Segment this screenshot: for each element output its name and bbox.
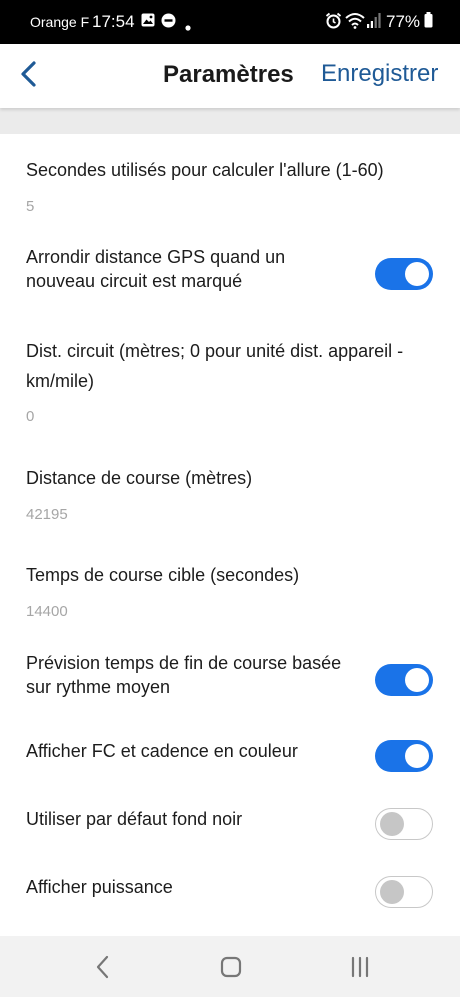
toggle-knob [380,812,404,836]
status-time: 17:54 [92,12,135,31]
setting-dark-background-toggle[interactable] [375,808,433,840]
nav-home-icon [220,956,242,978]
battery-percentage: 77% [386,12,421,31]
setting-show-power-label: Afficher puissance [26,877,173,897]
nav-recents-button[interactable] [340,950,380,984]
app-bar: Paramètres Enregistrer [0,44,460,108]
back-button[interactable] [12,56,48,96]
setting-lap-distance-input[interactable]: 0 [26,408,34,425]
setting-target-time-input[interactable]: 14400 [26,603,68,620]
nav-recents-icon [351,956,369,978]
setting-round-gps-label: Arrondir distance GPS quand un nouveau c… [26,247,286,291]
setting-pace-seconds-input[interactable]: 5 [26,198,34,215]
gallery-icon [141,13,155,31]
status-bar: Orange F 17:54 77% [0,0,460,44]
setting-pace-seconds-label: Secondes utilisés pour calculer l'allure… [26,160,384,180]
do-not-disturb-icon [161,13,176,32]
alarm-icon [325,12,342,33]
setting-color-hr-cadence-toggle[interactable] [375,740,433,772]
setting-color-hr-cadence-label: Afficher FC et cadence en couleur [26,741,298,761]
toggle-knob [405,744,429,768]
wifi-icon [345,12,365,33]
save-button[interactable]: Enregistrer [321,60,438,88]
section-divider [0,108,460,134]
battery-icon [424,12,433,32]
toggle-knob [380,880,404,904]
toggle-knob [405,668,429,692]
setting-finish-prediction-label: Prévision temps de fin de course basée s… [26,653,342,697]
setting-show-power-toggle[interactable] [375,876,433,908]
nav-back-icon [96,955,109,979]
carrier-name: Orange F [30,14,90,30]
setting-race-distance-label: Distance de course (mètres) [26,468,253,488]
setting-dark-background-label: Utiliser par défaut fond noir [26,809,243,829]
setting-race-distance-input[interactable]: 42195 [26,506,68,523]
setting-target-time-label: Temps de course cible (secondes) [26,565,300,585]
signal-icon [367,13,381,32]
setting-lap-distance-label: Dist. circuit (mètres; 0 pour unité dist… [26,341,404,391]
setting-finish-prediction-toggle[interactable] [375,664,433,696]
chevron-left-icon [21,61,36,87]
nav-back-button[interactable] [83,950,123,984]
system-nav-bar [0,936,460,997]
toggle-knob [405,262,429,286]
notification-dot-icon [185,18,191,35]
nav-home-button[interactable] [211,950,251,984]
page-title: Paramètres [163,61,294,88]
setting-round-gps-toggle[interactable] [375,258,433,290]
